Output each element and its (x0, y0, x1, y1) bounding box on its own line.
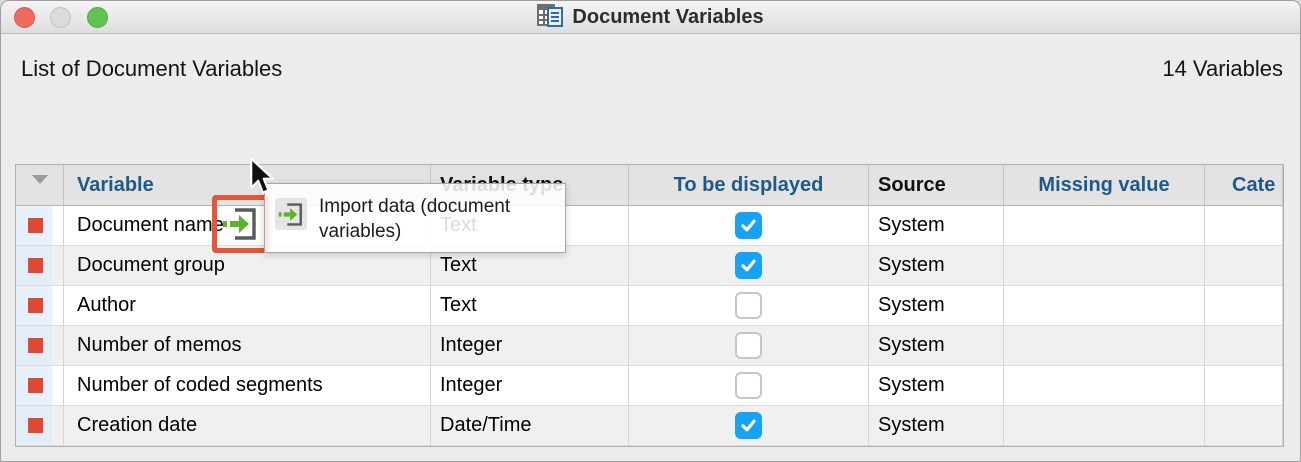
variable-color-icon (28, 258, 43, 273)
column-header-to-be-displayed[interactable]: To be displayed (629, 165, 869, 206)
displayed-checkbox[interactable] (735, 332, 762, 359)
cell-source[interactable]: System (869, 366, 1004, 406)
minimize-button[interactable] (50, 7, 71, 28)
page-title: List of Document Variables (21, 56, 283, 81)
column-header-source[interactable]: Source (869, 165, 1004, 206)
cell-source[interactable]: System (869, 286, 1004, 326)
table-row-swatch[interactable] (16, 246, 64, 286)
zoom-button[interactable] (87, 7, 108, 28)
cell-category[interactable] (1205, 286, 1283, 326)
variable-color-icon (28, 418, 43, 433)
summary-row: List of Document Variables 14 Variables (1, 34, 1300, 96)
column-header-missing-value[interactable]: Missing value (1004, 165, 1205, 206)
cell-variable-type[interactable]: Date/Time (431, 406, 629, 446)
cell-missing-value[interactable] (1004, 206, 1205, 246)
cell-to-be-displayed (629, 406, 869, 446)
sort-indicator-icon (31, 175, 48, 184)
window-title-icon (537, 3, 564, 32)
cell-category[interactable] (1205, 326, 1283, 366)
close-button[interactable] (14, 7, 35, 28)
table-row-swatch[interactable] (16, 206, 64, 246)
cell-variable[interactable]: Author (64, 286, 431, 326)
cell-variable[interactable]: Creation date (64, 406, 431, 446)
displayed-checkbox[interactable] (735, 252, 762, 279)
displayed-checkbox[interactable] (735, 212, 762, 239)
cell-category[interactable] (1205, 406, 1283, 446)
cell-category[interactable] (1205, 246, 1283, 286)
table-row-swatch[interactable] (16, 326, 64, 366)
variable-color-icon (28, 218, 43, 233)
displayed-checkbox[interactable] (735, 372, 762, 399)
cell-source[interactable]: System (869, 246, 1004, 286)
table-row-swatch[interactable] (16, 286, 64, 326)
tooltip: Import data (document variables) (264, 183, 566, 253)
cell-to-be-displayed (629, 366, 869, 406)
window-title: Document Variables (572, 5, 764, 28)
table-row-swatch[interactable] (16, 366, 64, 406)
cell-source[interactable]: System (869, 326, 1004, 366)
cell-to-be-displayed (629, 326, 869, 366)
cell-variable-type[interactable]: Integer (431, 326, 629, 366)
cell-variable-type[interactable]: Integer (431, 366, 629, 406)
column-header-sort[interactable] (16, 165, 64, 206)
import-data-icon (222, 208, 256, 240)
variables-table: Variable Variable type To be displayed S… (15, 164, 1284, 447)
cell-missing-value[interactable] (1004, 246, 1205, 286)
cell-to-be-displayed (629, 246, 869, 286)
document-variables-window: Document Variables List of Document Vari… (0, 0, 1301, 462)
cell-missing-value[interactable] (1004, 366, 1205, 406)
cell-variable[interactable]: Number of memos (64, 326, 431, 366)
cell-to-be-displayed (629, 206, 869, 246)
cell-variable[interactable]: Number of coded segments (64, 366, 431, 406)
variable-color-icon (28, 338, 43, 353)
titlebar[interactable]: Document Variables (1, 1, 1300, 34)
variable-color-icon (28, 378, 43, 393)
variable-color-icon (28, 298, 43, 313)
table-row-swatch[interactable] (16, 406, 64, 446)
mouse-cursor-icon (250, 157, 274, 194)
cell-missing-value[interactable] (1004, 286, 1205, 326)
cell-missing-value[interactable] (1004, 406, 1205, 446)
tooltip-text: Import data (document variables) (319, 196, 511, 242)
tooltip-import-icon (275, 198, 307, 230)
cell-missing-value[interactable] (1004, 326, 1205, 366)
variable-count: 14 Variables (1162, 56, 1283, 81)
cell-category[interactable] (1205, 366, 1283, 406)
toolbar: 101 ABC (1, 96, 1300, 253)
import-data-button[interactable] (222, 205, 260, 243)
cell-variable-type[interactable]: Text (431, 286, 629, 326)
cell-source[interactable]: System (869, 406, 1004, 446)
displayed-checkbox[interactable] (735, 292, 762, 319)
cell-to-be-displayed (629, 286, 869, 326)
displayed-checkbox[interactable] (735, 412, 762, 439)
column-header-category[interactable]: Cate (1205, 165, 1283, 206)
import-highlight-annotation (212, 195, 269, 253)
cell-category[interactable] (1205, 206, 1283, 246)
cell-source[interactable]: System (869, 206, 1004, 246)
